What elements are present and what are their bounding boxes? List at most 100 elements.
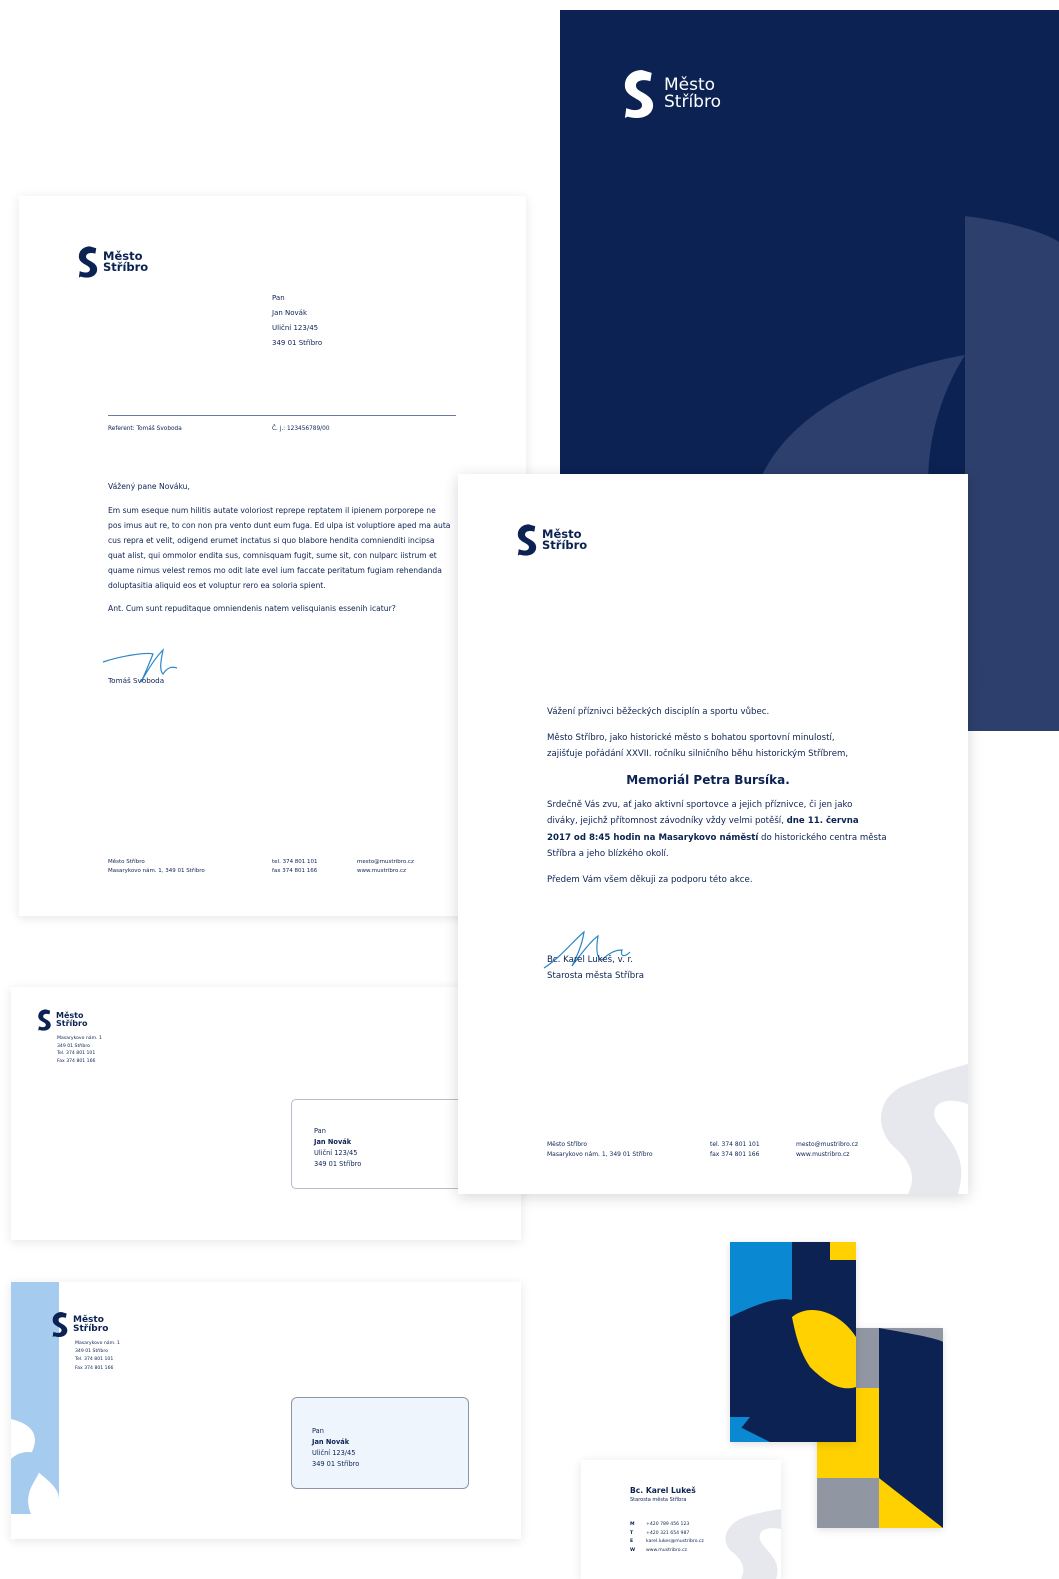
- sender-line: 349 01 Stříbro: [57, 1043, 90, 1049]
- body-line: quame nimus velest remos mo odit late ev…: [108, 566, 442, 575]
- invitation-footer-col2: tel. 374 801 101 fax 374 801 166: [710, 1140, 760, 1159]
- body-line: doluptasitia aliquid eos et voluptur rer…: [108, 581, 326, 590]
- para2-text: diváky, jejichž přítomnost závodníky vžd…: [547, 816, 787, 826]
- sender-line: 349 01 Stříbro: [75, 1349, 108, 1355]
- card-contact-row: Ekarel.lukes@mustribro.cz: [630, 1538, 704, 1547]
- envelope-sender-address: Masarykovo nám. 1 349 01 Stříbro Tel. 37…: [75, 1340, 120, 1373]
- card-name: Bc. Karel Lukeš: [630, 1486, 696, 1495]
- contact-key: T: [630, 1530, 634, 1536]
- envelope-logo: Město Stříbro: [37, 1009, 87, 1031]
- recipient-name: Jan Novák: [312, 1438, 350, 1446]
- letter-logo: Město Stříbro: [77, 246, 148, 278]
- recipient-title: Pan: [314, 1127, 326, 1135]
- invitation-para2-line: 2017 od 8:45 hodin na Masarykovo náměstí…: [547, 830, 947, 847]
- invitation-footer-col3: mesto@mustribro.cz www.mustribro.cz: [796, 1140, 858, 1159]
- envelope-sender-address: Masarykovo nám. 1 349 01 Stříbro Tel. 37…: [57, 1035, 102, 1065]
- footer-line: tel. 374 801 101: [272, 859, 318, 865]
- s-logo-icon: [517, 524, 537, 556]
- logo-line2: Stříbro: [103, 260, 149, 274]
- contact-key: W: [630, 1547, 636, 1553]
- letter-closing: Ant. Cum sunt repuditaque omniendenis na…: [108, 604, 396, 613]
- recipient-city: 349 01 Stříbro: [312, 1460, 360, 1468]
- envelope-logo: Město Stříbro: [51, 1312, 108, 1337]
- signature-title: Starosta města Stříbra: [547, 971, 645, 981]
- business-card: Bc. Karel Lukeš Starosta města Stříbra M…: [581, 1460, 781, 1579]
- letter-signature-name: Tomáš Svoboda: [108, 676, 165, 685]
- footer-line: Město Stříbro: [547, 1141, 588, 1148]
- invitation-body: Vážení příznivci běžeckých disciplín a s…: [547, 704, 947, 888]
- envelope-window: Město Stříbro Masarykovo nám. 1 349 01 S…: [11, 1282, 521, 1539]
- body-line: quat alist, qui ommolor endita sus, comn…: [108, 551, 437, 560]
- envelope-address-box: Pan Jan Novák Uliční 123/45 349 01 Stříb…: [291, 1099, 473, 1189]
- para2-text: do historického centra města: [758, 832, 887, 843]
- signature-name: Bc. Karel Lukeš, v. r.: [547, 955, 633, 965]
- contact-value: www.mustribro.cz: [646, 1547, 687, 1553]
- body-line: Em sum eseque num hilitis autate volorio…: [108, 506, 436, 515]
- invitation-para1-line: zajišťuje pořádání XXVII. ročníku silnič…: [547, 749, 849, 759]
- para2-date: dne 11. června: [786, 816, 859, 826]
- contact-value: karel.lukes@mustribro.cz: [646, 1539, 704, 1545]
- body-line: pos imus aut re, to con non pra vento du…: [108, 521, 451, 530]
- card-contacts: M +420 789 456 123 T +420 321 654 987 Ekar…: [630, 1521, 704, 1555]
- invitation-para2-line: Srdečně Vás zvu, ať jako aktivní sportov…: [547, 799, 853, 810]
- sender-line: Tel. 374 801 101: [57, 1051, 96, 1057]
- letterhead-page: Město Stříbro Pan Jan Novák Uliční 123/4…: [19, 196, 526, 916]
- letter-footer-col2: tel. 374 801 101 fax 374 801 166: [272, 858, 318, 875]
- invitation-para3: Předem Vám všem děkuji za podporu této a…: [547, 874, 753, 885]
- footer-line: www.mustribro.cz: [796, 1150, 850, 1158]
- letter-footer-col1: Město Stříbro Masarykovo nám. 1, 349 01 …: [108, 858, 205, 875]
- invitation-logo: Město Stříbro: [516, 524, 587, 556]
- sender-line: Masarykovo nám. 1: [75, 1341, 120, 1346]
- invitation-greeting: Vážení příznivci běžeckých disciplín a s…: [547, 707, 770, 717]
- recipient-street: Uliční 123/45: [314, 1149, 358, 1157]
- envelope-window-box: Pan Jan Novák Uliční 123/45 349 01 Stříb…: [291, 1397, 469, 1489]
- recipient-title: Pan: [312, 1427, 324, 1435]
- sender-line: Masarykovo nám. 1: [57, 1036, 102, 1041]
- logo-line2: Stříbro: [73, 1323, 109, 1334]
- footer-line: fax 374 801 166: [272, 867, 318, 874]
- contact-value: +420 789 456 123: [646, 1522, 690, 1527]
- s-logo-icon: [38, 1009, 51, 1031]
- invitation-signature: Bc. Karel Lukeš, v. r. Starosta města St…: [547, 952, 644, 984]
- invitation-event-title: Memoriál Petra Bursíka.: [626, 772, 790, 787]
- footer-line: Masarykovo nám. 1, 349 01 Stříbro: [547, 1150, 653, 1158]
- footer-line: mesto@mustribro.cz: [357, 859, 414, 865]
- footer-line: mesto@mustribro.cz: [796, 1141, 859, 1148]
- card-contact-row: T +420 321 654 987: [630, 1530, 704, 1539]
- envelope-plain: Město Stříbro Masarykovo nám. 1 349 01 S…: [11, 987, 521, 1240]
- para2-time-place: 2017 od 8:45 hodin na Masarykovo náměstí: [547, 832, 759, 843]
- logo-line2: Stříbro: [56, 1019, 88, 1028]
- s-logo-icon: [52, 1312, 68, 1337]
- recipient-name: Jan Novák: [314, 1138, 352, 1146]
- folder-logo: Město Stříbro: [622, 70, 721, 118]
- pattern-blue-graphic: [730, 1242, 856, 1442]
- card-contact-row: Wwww.mustribro.cz: [630, 1547, 704, 1556]
- letter-referent: Referent: Tomáš Svoboda: [108, 426, 182, 432]
- envelope-recipient: Pan Jan Novák Uliční 123/45 349 01 Stříb…: [312, 1426, 359, 1470]
- letter-recipient-address: Pan Jan Novák Uliční 123/45 349 01 Stříb…: [272, 291, 322, 351]
- footer-line: fax 374 801 166: [710, 1150, 760, 1158]
- invitation-para1-line: Město Stříbro, jako historické město s b…: [547, 732, 835, 743]
- sender-line: Fax 374 801 166: [75, 1365, 114, 1371]
- recipient-street: Uliční 123/45: [312, 1449, 356, 1457]
- contact-key: M: [630, 1522, 635, 1527]
- logo-line2: Stříbro: [542, 538, 588, 552]
- recipient-city: 349 01 Stříbro: [314, 1160, 362, 1168]
- card-title: Starosta města Stříbra: [630, 1497, 687, 1503]
- address-line: Pan: [272, 294, 285, 302]
- invitation-footer-col1: Město Stříbro Masarykovo nám. 1, 349 01 …: [547, 1140, 653, 1159]
- letter-body: Em sum eseque num hilitis autate volorio…: [108, 503, 458, 593]
- letter-reference-number: Č. j.: 123456789/00: [272, 426, 330, 432]
- footer-line: tel. 374 801 101: [710, 1141, 760, 1148]
- contact-value: +420 321 654 987: [646, 1530, 690, 1536]
- letter-divider: [108, 415, 456, 416]
- body-line: cus repra et velit, odigend erumet incta…: [108, 536, 435, 545]
- card-s-graphic: [725, 1509, 781, 1579]
- invitation-para2-line: Stříbra a jeho blízkého okolí.: [547, 849, 669, 859]
- footer-line: www.mustribro.cz: [357, 867, 406, 874]
- pattern-card-blue: [730, 1242, 856, 1442]
- watermark-s-graphic: [881, 1064, 968, 1194]
- contact-key: E: [630, 1539, 634, 1545]
- sender-line: Tel. 374 801 101: [75, 1357, 114, 1363]
- invitation-page: Město Stříbro Vážení příznivci běžeckých…: [458, 474, 968, 1194]
